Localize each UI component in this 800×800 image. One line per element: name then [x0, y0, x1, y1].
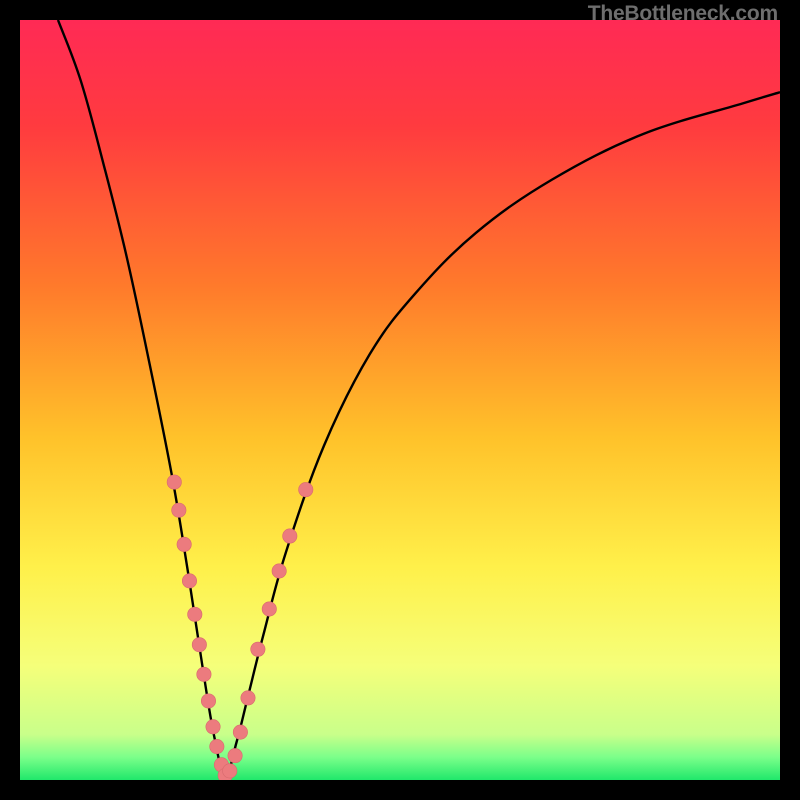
- data-point: [206, 720, 220, 734]
- chart-frame: [20, 20, 780, 780]
- data-point: [172, 503, 186, 517]
- watermark-text: TheBottleneck.com: [588, 2, 778, 26]
- data-point: [197, 667, 211, 681]
- data-point: [167, 475, 181, 489]
- data-point: [223, 764, 237, 778]
- bottleneck-chart: [20, 20, 780, 780]
- data-point: [251, 642, 265, 656]
- data-point: [272, 564, 286, 578]
- data-point: [228, 748, 242, 762]
- data-point: [262, 602, 276, 616]
- data-point: [210, 739, 224, 753]
- data-point: [299, 482, 313, 496]
- data-point: [283, 529, 297, 543]
- data-point: [177, 537, 191, 551]
- data-point: [241, 691, 255, 705]
- data-point: [201, 694, 215, 708]
- data-point: [188, 607, 202, 621]
- data-point: [192, 638, 206, 652]
- data-point: [182, 574, 196, 588]
- data-point: [233, 725, 247, 739]
- gradient-background: [20, 20, 780, 780]
